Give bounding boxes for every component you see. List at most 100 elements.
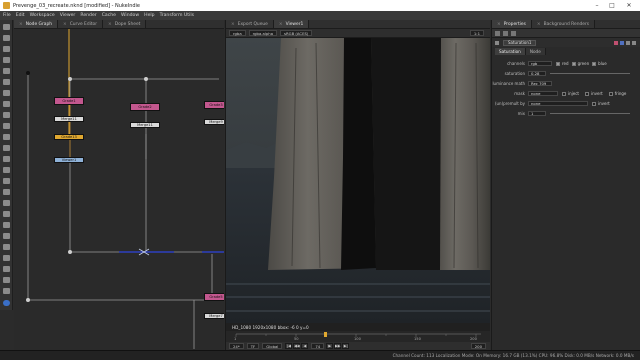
dot-node[interactable] [144,77,148,81]
lock-icon[interactable] [495,30,500,36]
draw-tool-icon[interactable] [3,35,10,41]
zoom-dropdown[interactable]: 1:1 [469,30,484,36]
filter-tool-icon[interactable] [3,79,10,85]
settings-tool-icon[interactable] [3,266,10,272]
max-panels-icon[interactable] [503,30,508,36]
node-graph-canvas[interactable]: Grade1 Merge11 Grade13 Viewer1 Grade2 Me… [14,29,224,350]
unpremult-invert-checkbox[interactable] [592,101,596,106]
toolsets-tool-icon[interactable] [3,156,10,162]
grade5-node[interactable]: Grade5 [204,293,224,301]
saturation-slider[interactable] [550,73,630,74]
tab-background-renders[interactable]: × Background Renders [531,20,596,28]
grade13-node[interactable]: Grade13 [54,134,84,140]
node-color-icon[interactable] [614,40,618,45]
mix-slider[interactable] [550,113,630,114]
luminance-math-dropdown[interactable]: Rec 709 [528,81,552,86]
viewer-viewport[interactable] [226,38,490,323]
dot-node[interactable] [68,77,72,81]
other-tool-icon[interactable] [3,167,10,173]
frame-type-dropdown[interactable]: TF [246,343,260,349]
fringe-checkbox[interactable] [608,91,613,96]
transform-tool-icon[interactable] [3,112,10,118]
gizmo-tool-icon[interactable] [3,211,10,217]
menu-edit[interactable]: Edit [16,13,25,18]
merge7-node[interactable]: Merge7 [204,313,224,319]
channels-dropdown[interactable]: rgba [229,30,246,36]
first-frame-icon[interactable]: |◀ [285,343,293,349]
tab-node-graph[interactable]: × Node Graph [14,20,59,28]
views-tool-icon[interactable] [3,134,10,140]
tab-dope-sheet[interactable]: × Dope Sheet [103,20,147,28]
image-tool-icon[interactable] [3,24,10,30]
menu-file[interactable]: File [3,13,11,18]
layout-tool-icon[interactable] [3,277,10,283]
merge11b-node[interactable]: Merge11 [130,122,160,128]
grade3-node[interactable]: Grade3 [204,101,224,109]
3d-tool-icon[interactable] [3,123,10,129]
dot-node[interactable] [26,71,30,75]
dot-node[interactable] [26,298,30,302]
prev-keyframe-icon[interactable]: ◀◀ [293,343,301,349]
fps-field[interactable]: 24* [229,343,244,349]
deep-tool-icon[interactable] [3,200,10,206]
tab-curve-editor[interactable]: × Curve Editor [58,20,104,28]
plugin-tool-icon[interactable] [3,222,10,228]
saturation-input[interactable]: 0.28 [528,71,546,76]
mix-input[interactable]: 1 [528,111,546,116]
float-panel-icon[interactable] [626,40,630,45]
time-tool-icon[interactable] [3,46,10,52]
tab-properties[interactable]: × Properties [492,20,532,28]
node-color2-icon[interactable] [620,40,624,45]
node-name-field[interactable]: Saturation1 [503,39,537,46]
play-backward-icon[interactable]: ◀ [301,343,309,349]
blue-checkbox[interactable] [592,61,597,66]
tab-close-icon[interactable]: × [108,22,112,27]
extra-tool-icon[interactable] [3,288,10,294]
channels-dropdown[interactable]: rgb [528,61,552,66]
metadata-tool-icon[interactable] [3,145,10,151]
script-tool-icon[interactable] [3,233,10,239]
menu-render[interactable]: Render [80,13,96,18]
channel-tool-icon[interactable] [3,57,10,63]
mask-invert-checkbox[interactable] [585,91,589,96]
unpremult-dropdown[interactable]: none [528,101,588,106]
merge11-node[interactable]: Merge11 [54,116,84,122]
merge-tool-icon[interactable] [3,101,10,107]
subtab-node[interactable]: Node [525,48,546,55]
range-mode-dropdown[interactable]: Global [262,343,283,349]
cache-tool-icon[interactable] [3,244,10,250]
menu-viewer[interactable]: Viewer [60,13,76,18]
merge9-node[interactable]: Merge9 [204,119,224,125]
current-frame-field[interactable]: 74 [311,343,325,349]
grade1-node[interactable]: Grade1 [54,97,84,105]
grid-tool-icon[interactable] [3,255,10,261]
colorspace-dropdown[interactable]: sRGB (ACES) [280,30,313,36]
grade2-node[interactable]: Grade2 [130,103,160,111]
tab-close-icon[interactable]: × [63,22,67,27]
red-checkbox[interactable] [556,61,560,66]
menu-help[interactable]: Help [144,13,154,18]
particles-tool-icon[interactable] [3,189,10,195]
minimize-icon[interactable]: – [590,0,604,11]
next-keyframe-icon[interactable]: ▶▶ [334,343,342,349]
end-frame-field[interactable]: 200 [470,343,486,349]
tab-close-icon[interactable]: × [279,22,283,27]
tab-close-icon[interactable]: × [497,22,501,27]
close-panel-icon[interactable] [632,40,636,45]
layer-dropdown[interactable]: rgba.alpha [248,30,278,36]
tab-close-icon[interactable]: × [537,22,541,27]
subtab-saturation[interactable]: Saturation [495,48,526,55]
close-icon[interactable]: ✕ [622,0,636,11]
tab-viewer1[interactable]: × Viewer1 [273,20,310,28]
tab-close-icon[interactable]: × [19,22,23,27]
timeline[interactable]: 1 50 100 150 200 [226,331,490,342]
play-forward-icon[interactable]: ▶ [326,343,334,349]
playhead[interactable] [324,332,327,337]
menu-workspace[interactable]: Workspace [30,13,55,18]
viewer1-node[interactable]: Viewer1 [54,157,84,163]
maximize-icon[interactable]: □ [605,0,619,11]
mask-dropdown[interactable]: none [528,91,558,96]
inject-checkbox[interactable] [562,91,566,96]
green-checkbox[interactable] [571,61,576,66]
keyer-tool-icon[interactable] [3,90,10,96]
